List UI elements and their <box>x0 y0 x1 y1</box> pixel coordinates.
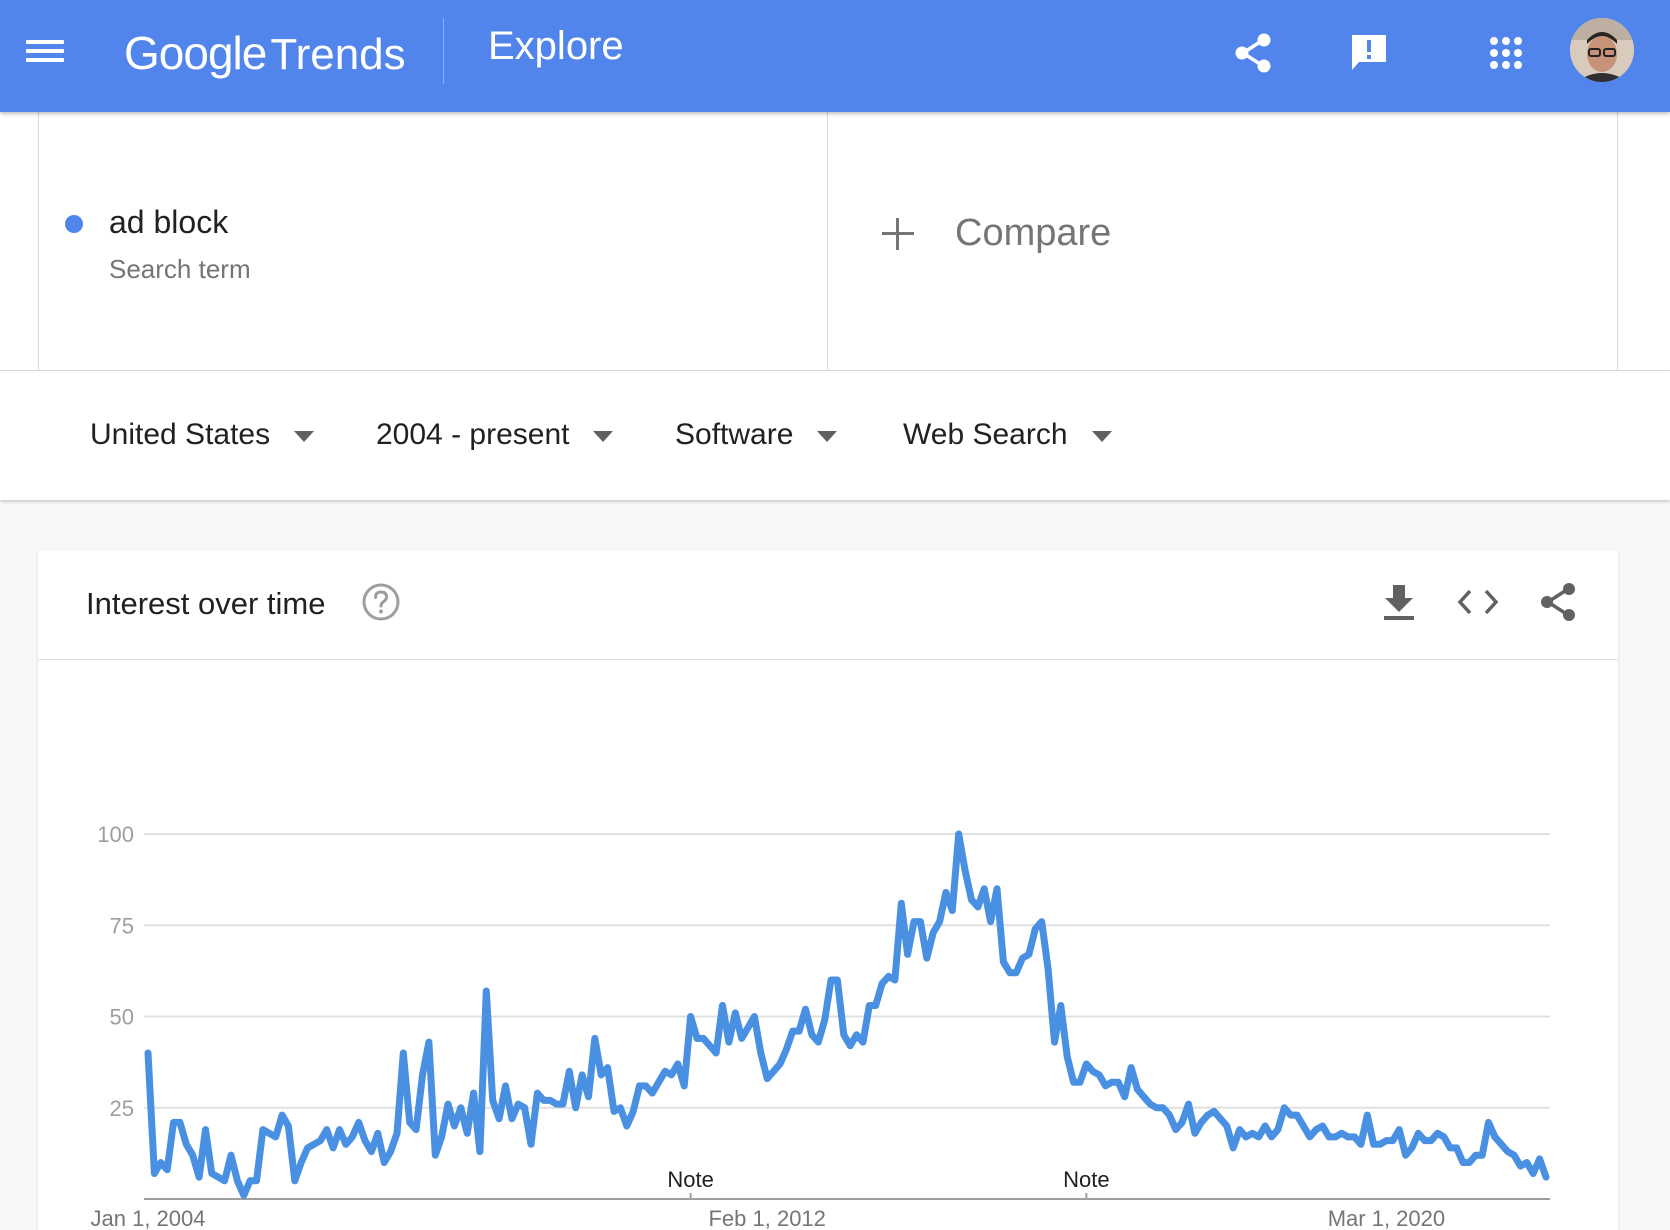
search-term-name: ad block <box>109 204 229 240</box>
menu-icon[interactable] <box>26 36 66 64</box>
chevron-down-icon <box>294 430 315 442</box>
chevron-down-icon <box>1091 430 1112 442</box>
top-app-bar: Google Trends Explore <box>0 0 1670 112</box>
search-type-label: Web Search <box>903 418 1068 451</box>
plus-icon <box>882 218 914 250</box>
embed-icon[interactable] <box>1456 580 1500 624</box>
y-tick-label: 25 <box>110 1096 134 1121</box>
x-tick-label: Mar 1, 2020 <box>1328 1206 1445 1230</box>
help-icon[interactable] <box>361 582 401 622</box>
note-label[interactable]: Note <box>1063 1167 1109 1192</box>
share-icon[interactable] <box>1536 580 1580 624</box>
compare-label: Compare <box>955 212 1112 254</box>
chart-x-ticks: Jan 1, 2004 Feb 1, 2012 Mar 1, 2020 <box>91 1206 1446 1230</box>
avatar[interactable] <box>1570 18 1634 82</box>
search-terms-row: ad block Search term Compare <box>0 112 1670 371</box>
search-term-card[interactable]: ad block Search term <box>38 112 828 370</box>
share-icon[interactable] <box>1228 28 1278 78</box>
category-label: Software <box>675 418 794 451</box>
category-dropdown[interactable]: Software <box>675 415 838 455</box>
x-tick-label: Jan 1, 2004 <box>91 1206 206 1230</box>
page-title: Explore <box>488 24 624 68</box>
chart-grid <box>144 833 1550 1200</box>
region-label: United States <box>90 418 271 451</box>
time-range-dropdown[interactable]: 2004 - present <box>376 415 614 455</box>
google-trends-logo[interactable]: Google Trends <box>124 26 406 82</box>
card-title: Interest over time <box>86 586 326 621</box>
interest-chart: 100 75 50 25 Jan 1, 2004 Feb 1, 2012 Mar 1, 2… <box>91 822 1550 1230</box>
feedback-icon[interactable] <box>1344 28 1394 78</box>
header-divider <box>443 18 444 84</box>
chart-y-ticks: 100 75 50 25 <box>97 822 134 1121</box>
region-dropdown[interactable]: United States <box>90 415 315 455</box>
y-tick-label: 75 <box>110 913 134 938</box>
compare-button[interactable]: Compare <box>828 112 1618 370</box>
y-tick-label: 100 <box>97 822 134 847</box>
logo-trends: Trends <box>270 30 406 79</box>
chevron-down-icon <box>817 430 838 442</box>
apps-grid-icon[interactable] <box>1481 28 1531 78</box>
card-header: Interest over time <box>38 550 1618 660</box>
y-tick-label: 50 <box>110 1005 134 1030</box>
chart-notes: Note Note <box>667 1167 1110 1199</box>
term-color-dot <box>65 215 83 233</box>
search-term-type: Search term <box>109 254 251 284</box>
time-range-label: 2004 - present <box>376 418 570 451</box>
chevron-down-icon <box>593 430 614 442</box>
search-type-dropdown[interactable]: Web Search <box>903 415 1112 455</box>
logo-google: Google <box>124 27 267 79</box>
x-tick-label: Feb 1, 2012 <box>708 1206 825 1230</box>
download-icon[interactable] <box>1377 580 1421 624</box>
note-label[interactable]: Note <box>667 1167 713 1192</box>
series-line-ad-block[interactable] <box>144 830 1550 1199</box>
filter-bar: United States 2004 - present Software We… <box>0 371 1670 500</box>
interest-over-time-card: Interest over time 100 75 50 25 Jan 1, 2… <box>38 550 1618 1230</box>
